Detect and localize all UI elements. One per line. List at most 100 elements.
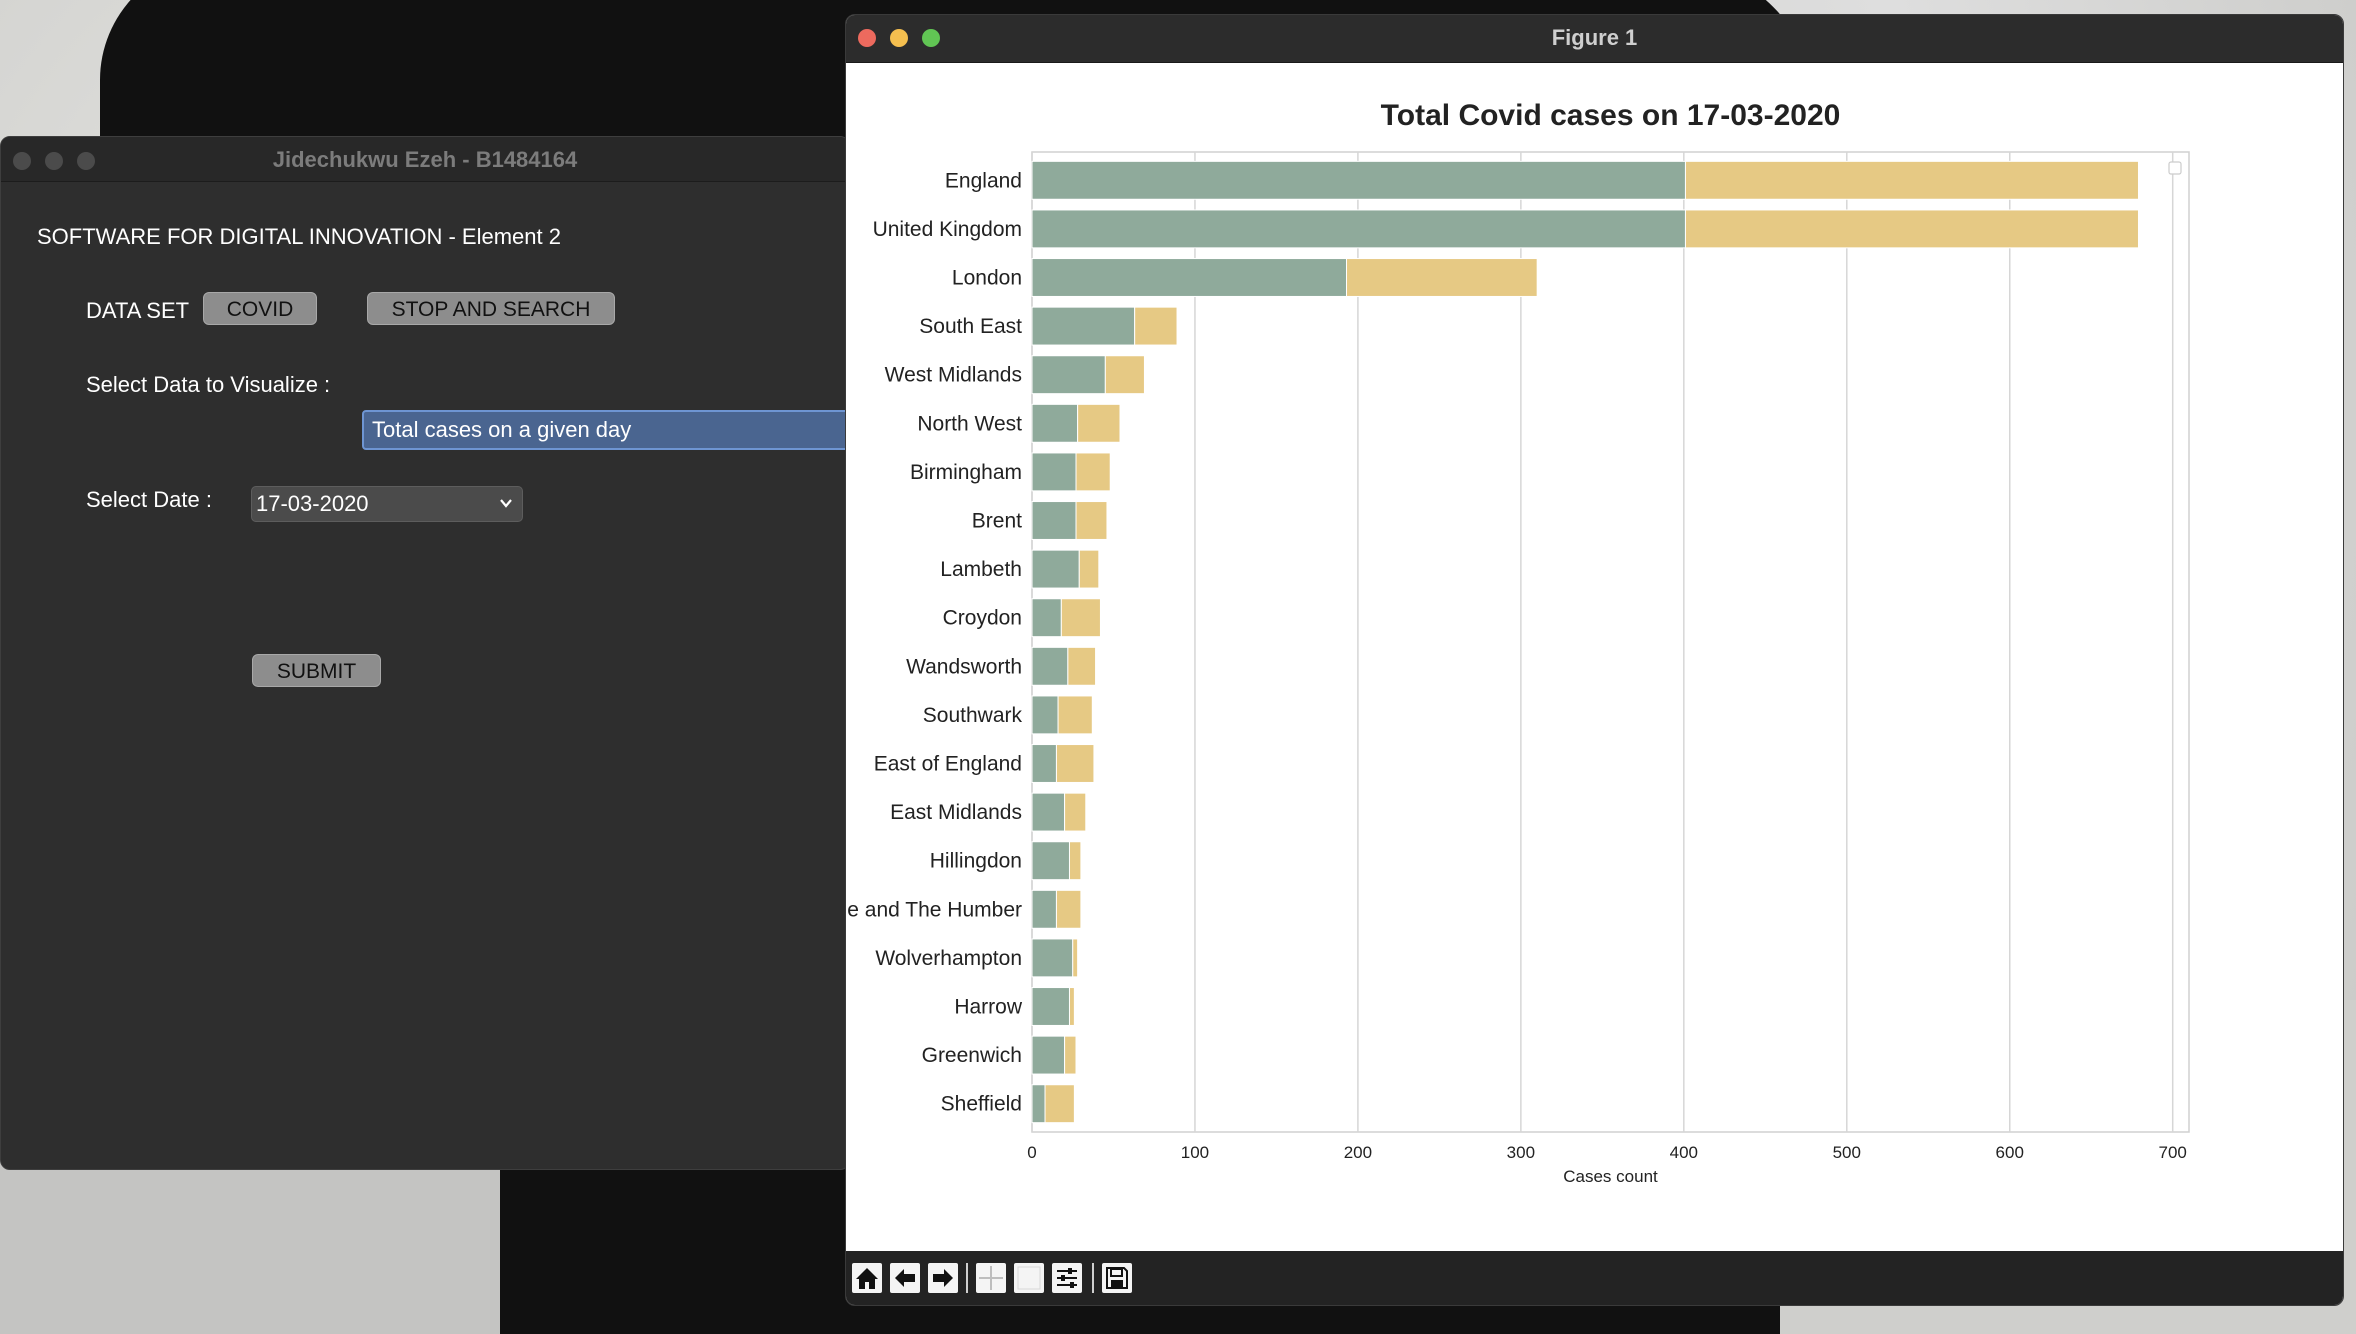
bar-series-a (1031, 695, 1059, 735)
bar-series-a (1031, 452, 1077, 492)
bar-series-b (1067, 646, 1097, 686)
bar-series-b (1055, 889, 1082, 929)
data-to-visualize-field[interactable]: Total cases on a given day (362, 410, 849, 450)
bar-series-a (1031, 938, 1074, 978)
y-tick-label: e and The Humber (847, 898, 1022, 921)
bar-series-b (1104, 355, 1145, 395)
x-tick-label: 300 (1507, 1143, 1535, 1162)
y-tick-label: Wolverhampton (875, 947, 1022, 970)
x-tick-label: 200 (1344, 1143, 1372, 1162)
tk-app-window: Jidechukwu Ezeh - B1484164 SOFTWARE FOR … (0, 136, 850, 1170)
bar-series-a (1031, 646, 1069, 686)
y-tick-label: Wandsworth (906, 655, 1022, 678)
bar-series-a (1031, 355, 1106, 395)
bar-chart: 0 100 200 300 400 500 600 700 England United King… (847, 99, 2190, 1186)
y-tick-label: North West (917, 412, 1022, 435)
y-tick-label: England (945, 169, 1022, 192)
y-tick-label: Lambeth (940, 558, 1022, 581)
y-tick-label: Brent (972, 510, 1022, 533)
y-tick-label: Greenwich (922, 1044, 1022, 1067)
bar-series-a (1031, 889, 1057, 929)
bar-series-a (1031, 209, 1686, 249)
date-select-value: 17-03-2020 (256, 491, 369, 516)
bar-series-a (1031, 598, 1062, 638)
y-tick-label: Harrow (954, 996, 1023, 1019)
y-tick-label: London (952, 267, 1022, 290)
tk-app-content: SOFTWARE FOR DIGITAL INNOVATION - Elemen… (1, 182, 849, 1169)
bar-series-b (1068, 987, 1075, 1026)
configure-subplots-icon[interactable] (1052, 1263, 1082, 1293)
figure-toolbar (846, 1251, 2343, 1305)
bar-series-b (1068, 841, 1082, 881)
y-tick-label: United Kingdom (873, 218, 1022, 241)
x-tick-label: 100 (1181, 1143, 1209, 1162)
bar-series-b (1134, 306, 1178, 346)
home-icon[interactable] (852, 1263, 882, 1293)
save-icon[interactable] (1102, 1263, 1132, 1293)
bar-series-b (1078, 549, 1100, 589)
bar-series-b (1064, 1035, 1077, 1075)
bar-series-b (1064, 792, 1087, 832)
bar-series-b (1060, 598, 1101, 638)
app-heading: SOFTWARE FOR DIGITAL INNOVATION - Elemen… (37, 224, 561, 249)
zoom-icon[interactable] (1014, 1263, 1044, 1293)
y-tick-label: Hillingdon (930, 850, 1022, 873)
bar-series-a (1031, 841, 1070, 881)
date-select[interactable]: 17-03-2020 (251, 486, 523, 522)
tk-title-bar[interactable]: Jidechukwu Ezeh - B1484164 (1, 137, 849, 182)
covid-dataset-button[interactable]: COVID (203, 292, 317, 325)
x-tick-label: 700 (2159, 1143, 2187, 1162)
bar-series-b (1057, 695, 1093, 735)
visualize-label: Select Data to Visualize : (86, 372, 331, 397)
pan-icon[interactable] (976, 1263, 1006, 1293)
x-tick-label: 0 (1027, 1143, 1036, 1162)
toolbar-separator (1092, 1263, 1094, 1293)
y-tick-label: Birmingham (910, 461, 1022, 484)
window-title: Jidechukwu Ezeh - B1484164 (272, 147, 578, 172)
bar-series-b (1684, 160, 2139, 200)
bar-series-a (1031, 1035, 1066, 1075)
bar-series-a (1031, 306, 1136, 346)
chevron-down-icon (500, 499, 512, 508)
submit-button[interactable]: SUBMIT (252, 654, 381, 687)
bar-series-a (1031, 744, 1057, 783)
bar-series-b (1684, 209, 2139, 249)
plot-frame (1031, 151, 2190, 1133)
x-tick-label: 500 (1833, 1143, 1861, 1162)
legend-box (2168, 161, 2182, 175)
bar-series-b (1077, 403, 1121, 443)
y-tick-label: Sheffield (941, 1093, 1022, 1116)
stop-and-search-dataset-button[interactable]: STOP AND SEARCH (367, 292, 615, 325)
bar-series-a (1031, 1084, 1046, 1124)
x-axis-label: Cases count (1563, 1167, 1658, 1186)
y-tick-label: East of England (874, 753, 1022, 776)
bar-series-b (1044, 1084, 1075, 1124)
y-tick-label: Croydon (943, 607, 1022, 630)
y-tick-label: Southwark (923, 704, 1023, 727)
figure-window-title: Figure 1 (1551, 25, 1638, 50)
figure-title-bar[interactable]: Figure 1 (846, 15, 2343, 63)
bar-series-a (1031, 549, 1080, 589)
bar-series-a (1031, 258, 1348, 297)
bar-series-a (1031, 501, 1077, 540)
date-label: Select Date : (86, 487, 212, 512)
figure-window: Figure 1 0 100 200 300 400 500 600 700 England Un… (845, 14, 2344, 1306)
forward-arrow-icon[interactable] (928, 1263, 958, 1293)
toolbar-separator (966, 1263, 968, 1293)
chart-area: 0 100 200 300 400 500 600 700 England United King… (846, 63, 2343, 1255)
bar-series-b (1075, 452, 1111, 492)
x-tick-label: 600 (1996, 1143, 2024, 1162)
dataset-label: DATA SET (86, 298, 190, 323)
back-arrow-icon[interactable] (890, 1263, 920, 1293)
bar-series-a (1031, 792, 1066, 832)
y-tick-label: East Midlands (890, 801, 1022, 824)
bar-series-a (1031, 403, 1079, 443)
y-tick-label: South East (919, 315, 1022, 338)
chart-title: Total Covid cases on 17-03-2020 (1381, 99, 1841, 132)
bar-series-a (1031, 160, 1686, 200)
bar-series-b (1072, 938, 1079, 978)
x-tick-label: 400 (1670, 1143, 1698, 1162)
y-tick-label: West Midlands (885, 364, 1022, 387)
bar-series-b (1055, 744, 1095, 783)
bar-series-b (1346, 258, 1538, 297)
